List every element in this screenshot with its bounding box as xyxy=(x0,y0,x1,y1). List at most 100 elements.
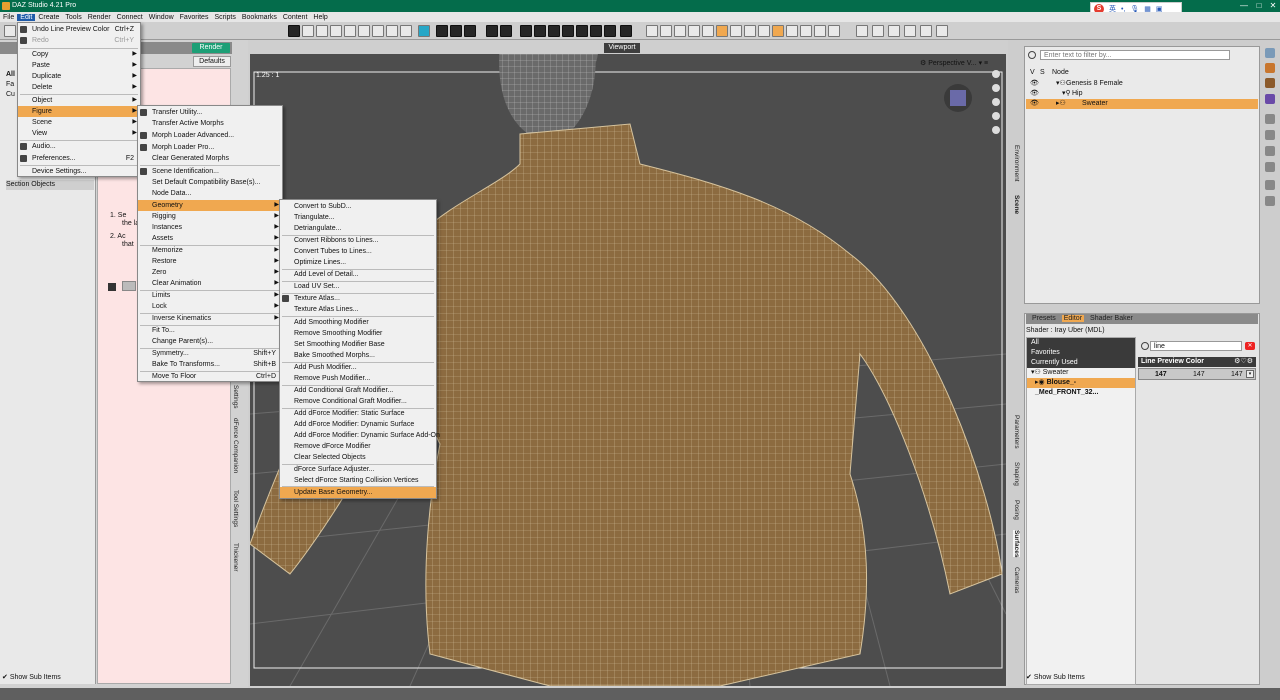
menu-item[interactable]: Figure ▶ xyxy=(18,106,140,117)
menu-item[interactable]: Optimize Lines... xyxy=(280,257,436,268)
menu-item[interactable]: Remove Push Modifier... xyxy=(280,373,436,384)
select-tool-icon[interactable] xyxy=(288,25,300,37)
menu-item[interactable]: Device Settings... xyxy=(18,166,140,177)
rotate-tool-icon[interactable] xyxy=(344,25,356,37)
tab-cameras[interactable]: Cameras xyxy=(1013,567,1020,593)
menu-item[interactable]: Texture Atlas Lines... xyxy=(280,304,436,315)
tab-surfaces[interactable]: Surfaces xyxy=(1013,530,1020,558)
tab-scene[interactable]: Scene xyxy=(1013,195,1020,214)
tab-environment[interactable]: Environment xyxy=(1013,145,1020,182)
menu-item[interactable]: Change Parent(s)... xyxy=(138,336,282,347)
menu-edit[interactable]: Edit xyxy=(17,13,36,21)
surface-group[interactable]: All xyxy=(1027,338,1135,348)
menu-item[interactable]: Copy ▶ xyxy=(18,49,140,60)
tool-icon[interactable] xyxy=(1265,114,1275,124)
menu-item[interactable]: Convert Ribbons to Lines... xyxy=(280,235,436,246)
lines-icon[interactable] xyxy=(904,25,916,37)
menu-item[interactable]: View ▶ xyxy=(18,128,140,139)
menu-item[interactable]: Bake Smoothed Morphs... xyxy=(280,350,436,361)
eye-icon[interactable]: 👁 xyxy=(1030,89,1039,99)
menu-item[interactable]: Undo Line Preview Color Ctrl+Z xyxy=(18,24,140,35)
surface-group[interactable]: Currently Used xyxy=(1027,358,1135,368)
menu-item[interactable]: Rigging ▶ xyxy=(138,211,282,222)
menu-item[interactable]: Transfer Active Morphs xyxy=(138,118,282,129)
menu-item[interactable]: dForce Surface Adjuster... xyxy=(280,464,436,475)
menu-item[interactable]: Set Smoothing Modifier Base xyxy=(280,339,436,350)
aux-viewport-icon[interactable] xyxy=(464,25,476,37)
spotlight-icon[interactable] xyxy=(562,25,574,37)
menu-item[interactable]: Memorize ▶ xyxy=(138,245,282,256)
menu-content[interactable]: Content xyxy=(280,14,311,21)
geometry-editor-icon[interactable] xyxy=(372,25,384,37)
menu-scripts[interactable]: Scripts xyxy=(211,14,238,21)
menu-item[interactable]: Object ▶ xyxy=(18,95,140,106)
menu-render[interactable]: Render xyxy=(85,14,114,21)
menu-item[interactable]: Add Level of Detail... xyxy=(280,269,436,280)
menu-item[interactable]: Audio... xyxy=(18,141,140,152)
side-side-icon[interactable] xyxy=(758,25,770,37)
orbit-icon[interactable] xyxy=(646,25,658,37)
camera-tool-icon[interactable] xyxy=(520,25,532,37)
menu-item[interactable]: Bake To Transforms... Shift+B xyxy=(138,359,282,370)
rigging-icon[interactable] xyxy=(814,25,826,37)
eye-icon[interactable]: 👁 xyxy=(1030,79,1039,89)
layout-icon[interactable] xyxy=(872,25,884,37)
menu-bookmarks[interactable]: Bookmarks xyxy=(239,14,280,21)
menu-item[interactable]: Instances ▶ xyxy=(138,222,282,233)
tool-icon[interactable] xyxy=(1265,48,1275,58)
property-options-icon[interactable]: ⚙♡⚙ xyxy=(1234,357,1253,367)
color-value-field[interactable]: 147 147 147 ▾ xyxy=(1138,368,1256,380)
tool-icon[interactable] xyxy=(1265,180,1275,190)
primitive-icon[interactable] xyxy=(548,25,560,37)
region-nav-icon[interactable] xyxy=(772,25,784,37)
menu-item[interactable]: Assets ▶ xyxy=(138,233,282,244)
menu-window[interactable]: Window xyxy=(146,14,177,21)
menu-item[interactable]: Scene Identification... xyxy=(138,166,282,177)
menu-item[interactable]: Add dForce Modifier: Static Surface xyxy=(280,408,436,419)
property-search-input[interactable]: line xyxy=(1150,341,1242,351)
menu-item[interactable]: Geometry ▶ xyxy=(138,200,282,211)
menu-item[interactable]: Triangulate... xyxy=(280,212,436,223)
surface-selection-icon[interactable] xyxy=(400,25,412,37)
translate-tool-icon[interactable] xyxy=(330,25,342,37)
screenshot-icon[interactable] xyxy=(936,25,948,37)
menu-item[interactable]: Preferences... F2 xyxy=(18,153,140,164)
pose-tool-icon[interactable] xyxy=(486,25,498,37)
plus-plugin-icon[interactable] xyxy=(604,25,616,37)
node-weight-icon[interactable] xyxy=(828,25,840,37)
menu-item[interactable]: Clear Selected Objects xyxy=(280,452,436,463)
joint-editor-icon[interactable] xyxy=(386,25,398,37)
surface-item[interactable]: ▸◉ Blouse_-_Med_FRONT_32... xyxy=(1027,378,1135,396)
scene-search-input[interactable]: Enter text to filter by... xyxy=(1040,50,1230,60)
tab-parameters[interactable]: Parameters xyxy=(1013,415,1020,449)
menu-item[interactable]: Move To Floor Ctrl+D xyxy=(138,371,282,382)
window-split-icon[interactable] xyxy=(888,25,900,37)
tool-icon[interactable] xyxy=(1265,162,1275,172)
scene-view-icon[interactable] xyxy=(856,25,868,37)
shading-icon[interactable] xyxy=(920,25,932,37)
tool-icon[interactable] xyxy=(1265,94,1275,104)
tool-icon[interactable] xyxy=(1265,146,1275,156)
menu-item[interactable]: Detriangulate... xyxy=(280,223,436,234)
maximize-button[interactable]: □ xyxy=(1253,1,1265,11)
menu-item[interactable]: Add dForce Modifier: Dynamic Surface xyxy=(280,419,436,430)
tool-icon[interactable] xyxy=(1265,63,1275,73)
frame-icon[interactable] xyxy=(702,25,714,37)
scene-node-row[interactable]: 👁 ▾⚇ Genesis 8 Female xyxy=(1026,79,1258,89)
menu-item[interactable]: Restore ▶ xyxy=(138,256,282,267)
menu-connect[interactable]: Connect xyxy=(114,14,146,21)
defaults-button[interactable]: Defaults xyxy=(193,56,231,67)
menu-favorites[interactable]: Favorites xyxy=(177,14,212,21)
menu-item[interactable]: Paste ▶ xyxy=(18,60,140,71)
menu-file[interactable]: File xyxy=(0,14,17,21)
menu-item[interactable]: Load UV Set... xyxy=(280,281,436,292)
tab-settings[interactable]: Settings xyxy=(232,385,239,409)
menu-item[interactable]: Add Conditional Graft Modifier... xyxy=(280,385,436,396)
menu-item[interactable]: Morph Loader Pro... xyxy=(138,142,282,153)
show-sub-items-checkbox[interactable]: ✔ Show Sub Items xyxy=(1026,673,1136,683)
menu-item[interactable]: Fit To... xyxy=(138,325,282,336)
menu-item[interactable]: Remove Conditional Graft Modifier... xyxy=(280,396,436,407)
menu-item[interactable]: Inverse Kinematics ▶ xyxy=(138,313,282,324)
tab-presets[interactable]: Presets xyxy=(1030,315,1058,322)
surface-group[interactable]: Favorites xyxy=(1027,348,1135,358)
